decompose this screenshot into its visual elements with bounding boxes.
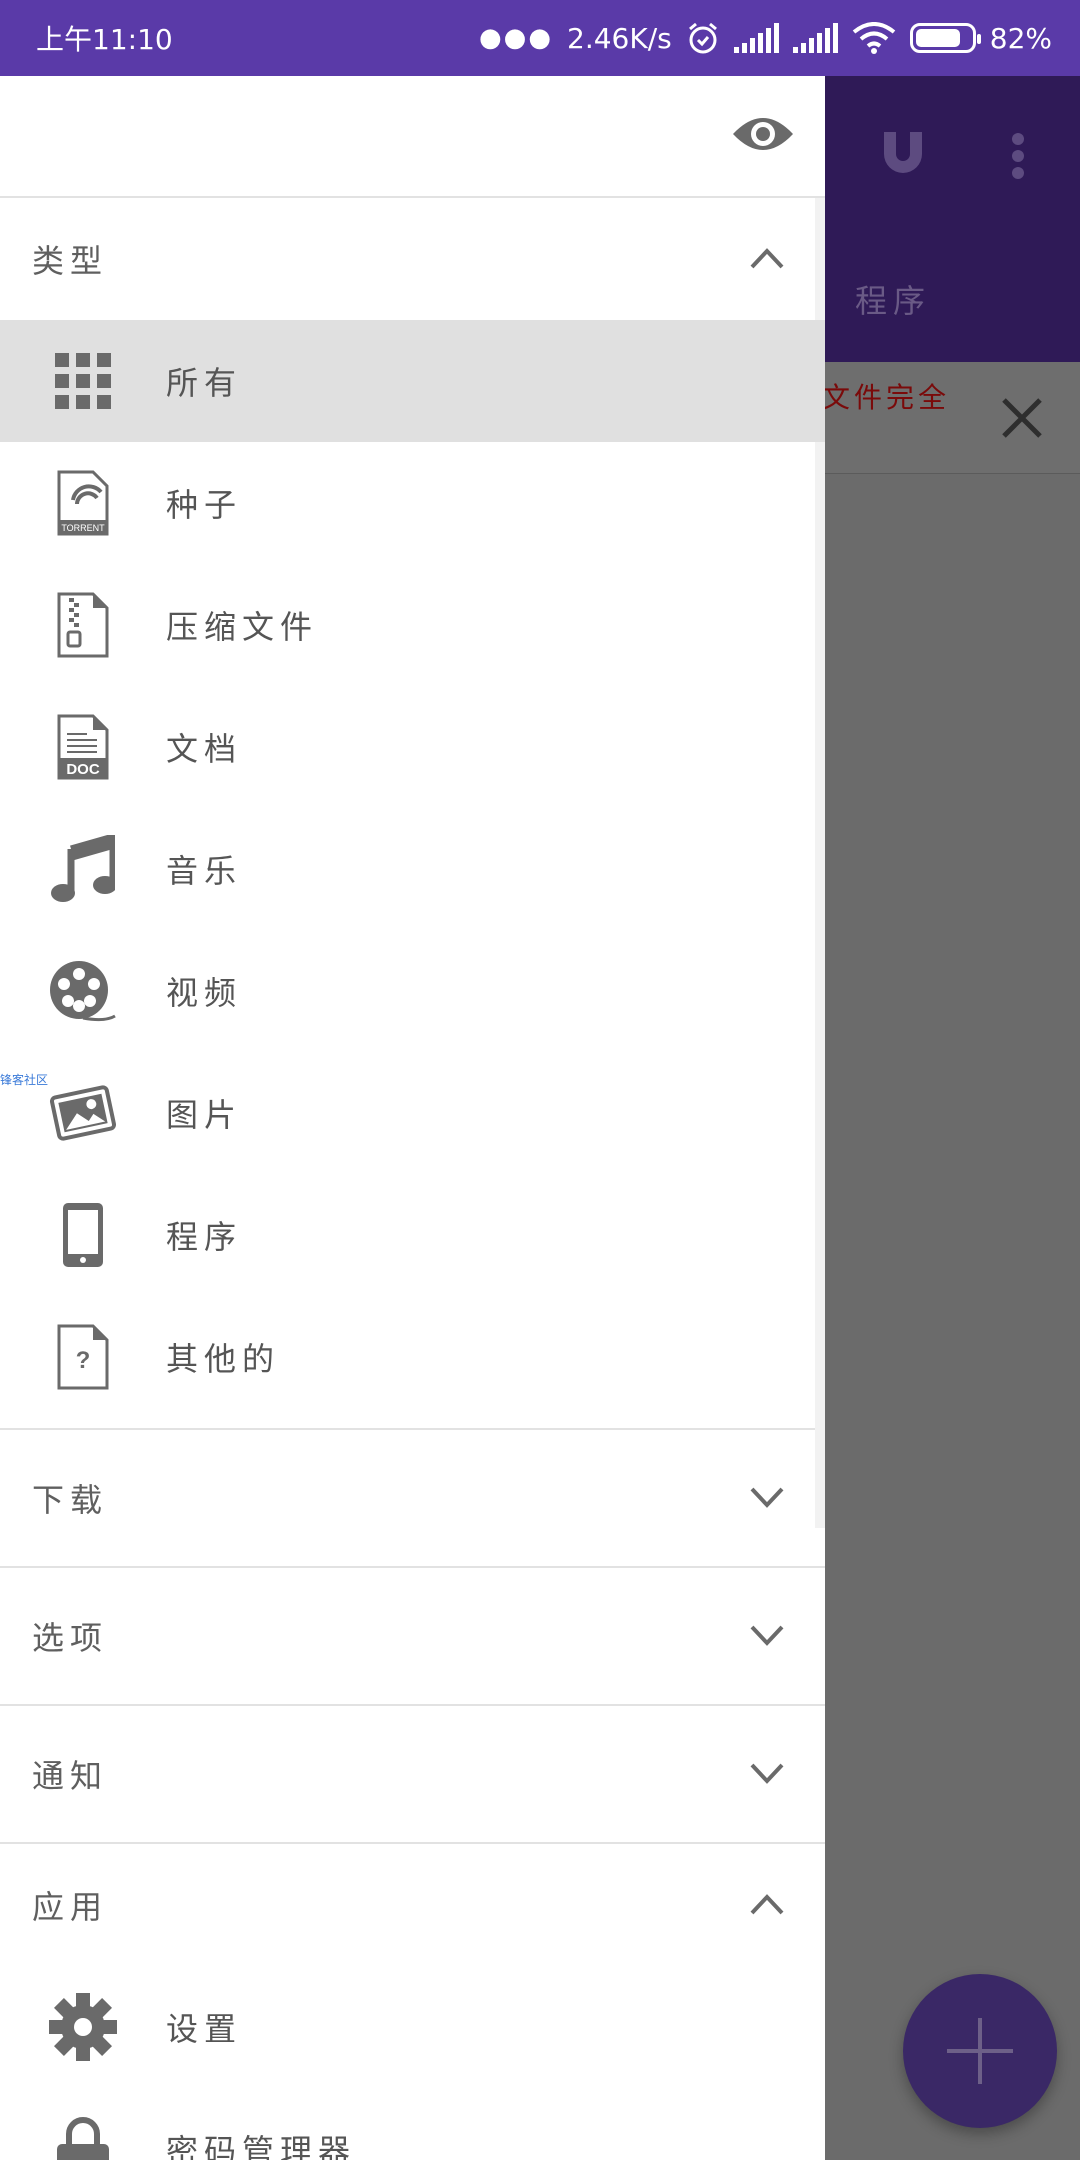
drawer-item-label: 图片: [166, 1096, 243, 1134]
music-note-icon: [51, 835, 115, 902]
notice-text: 文件完全: [822, 381, 951, 414]
net-speed: 2.46K/s: [567, 21, 672, 55]
section-title: 选项: [32, 1619, 109, 1657]
section-title: 类型: [32, 242, 109, 280]
drawer-item-label: 视频: [166, 974, 243, 1012]
section-app-header[interactable]: 应用: [0, 1844, 825, 1966]
zip-file-icon: [57, 592, 109, 658]
drawer-item-label: 其他的: [166, 1340, 281, 1378]
drawer-item-label: 程序: [166, 1218, 243, 1256]
drawer-item-music[interactable]: 音乐: [0, 808, 825, 930]
close-icon[interactable]: [1000, 396, 1044, 440]
status-bar: 上午11:10 ●●● 2.46K/s 82%: [0, 0, 1080, 76]
film-reel-icon: [50, 961, 116, 1022]
drawer-item-pictures[interactable]: 图片: [0, 1052, 825, 1174]
doc-file-icon: DOC: [57, 714, 109, 780]
chevron-down-icon: [750, 1763, 784, 1784]
drawer-item-all[interactable]: 所有: [0, 320, 825, 442]
plus-icon: [947, 2018, 1013, 2084]
chevron-up-icon: [750, 248, 784, 269]
section-download-header[interactable]: 下载: [0, 1430, 825, 1566]
drawer-item-label: 音乐: [166, 852, 243, 890]
svg-text:TORRENT: TORRENT: [61, 523, 105, 533]
drawer-item-video[interactable]: 视频: [0, 930, 825, 1052]
drawer-item-programs[interactable]: 程序: [0, 1174, 825, 1296]
drawer-item-label: 种子: [166, 486, 243, 524]
grid-icon: [55, 353, 111, 409]
eye-icon[interactable]: [731, 112, 795, 156]
lock-icon: [57, 2117, 109, 2160]
alarm-icon: [688, 22, 717, 54]
unknown-file-icon: ?: [57, 1324, 109, 1390]
battery-percent: 82%: [989, 21, 1052, 55]
gear-icon: [49, 1993, 117, 2061]
phone-icon: [63, 1203, 103, 1267]
section-type-header[interactable]: 类型: [0, 198, 825, 320]
torrent-file-icon: TORRENT: [57, 470, 109, 536]
overflow-menu-icon[interactable]: [1010, 131, 1026, 181]
chevron-down-icon: [750, 1487, 784, 1508]
chevron-up-icon: [750, 1894, 784, 1915]
magnet-icon[interactable]: [880, 128, 926, 178]
drawer-item-label: 所有: [166, 364, 243, 402]
drawer-item-label: 文档: [166, 730, 243, 768]
signal-icon-1: [733, 23, 779, 53]
drawer-item-label: 密码管理器: [166, 2132, 357, 2160]
section-options-header[interactable]: 选项: [0, 1568, 825, 1704]
navigation-drawer: 类型 所有 TORRENT 种子 压缩文件 DOC 文档 音乐 视频 图片 程序…: [0, 76, 825, 2160]
photos-icon: [49, 1085, 117, 1141]
svg-text:?: ?: [76, 1347, 91, 1374]
battery-icon: [909, 23, 981, 53]
signal-icon-2: [792, 23, 838, 53]
drawer-header: [0, 76, 825, 198]
chevron-down-icon: [750, 1625, 784, 1646]
tab-programs[interactable]: 程序: [855, 276, 931, 322]
drawer-item-other[interactable]: ? 其他的: [0, 1296, 825, 1418]
watermark-text: 锋客社区: [0, 1073, 49, 1087]
drawer-item-label: 设置: [166, 2010, 243, 2048]
drawer-item-settings[interactable]: 设置: [0, 1966, 825, 2088]
section-title: 通知: [32, 1757, 109, 1795]
section-title: 应用: [32, 1888, 109, 1926]
drawer-item-password-manager[interactable]: 密码管理器: [0, 2088, 825, 2160]
more-dots-icon: ●●●: [478, 23, 554, 53]
drawer-item-label: 压缩文件: [166, 608, 319, 646]
add-button[interactable]: [903, 1974, 1057, 2128]
wifi-icon: [852, 22, 896, 54]
drawer-item-documents[interactable]: DOC 文档: [0, 686, 825, 808]
drawer-item-torrent[interactable]: TORRENT 种子: [0, 442, 825, 564]
status-time: 上午11:10: [36, 23, 173, 56]
section-notify-header[interactable]: 通知: [0, 1706, 825, 1842]
drawer-item-archive[interactable]: 压缩文件: [0, 564, 825, 686]
svg-text:DOC: DOC: [66, 761, 100, 778]
section-title: 下载: [32, 1481, 109, 1519]
